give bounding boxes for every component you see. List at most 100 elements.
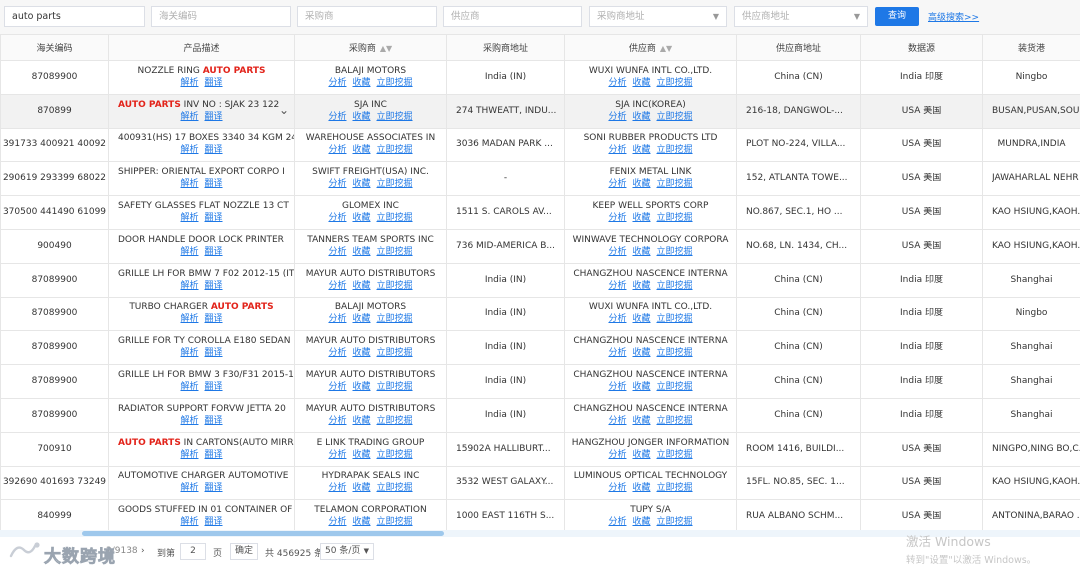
party-action-link[interactable]: 分析 [328, 314, 346, 324]
row-action-link[interactable]: 翻译 [205, 112, 223, 122]
supplier-name[interactable]: TUPY S/A [566, 505, 736, 516]
supplier-name[interactable]: CHANGZHOU NASCENCE INTERNA [566, 336, 736, 347]
party-action-link[interactable]: 分析 [608, 112, 626, 122]
party-action-link[interactable]: 收藏 [632, 517, 650, 527]
row-action-link[interactable]: 翻译 [205, 416, 223, 426]
party-action-link[interactable]: 收藏 [352, 247, 370, 257]
party-action-link[interactable]: 收藏 [632, 416, 650, 426]
party-action-link[interactable]: 收藏 [352, 179, 370, 189]
party-action-link[interactable]: 分析 [608, 483, 626, 493]
party-action-link[interactable]: 立即挖掘 [377, 112, 413, 122]
buyer-name[interactable]: TELAMON CORPORATION [296, 505, 446, 516]
row-action-link[interactable]: 解析 [180, 145, 198, 155]
buyer-name[interactable]: BALAJI MOTORS [296, 302, 446, 313]
table-row[interactable]: 870899 AUTO PARTS INV NO : SJAK 23 122 解析翻… [0, 93, 1080, 129]
row-action-link[interactable]: 翻译 [205, 483, 223, 493]
row-action-link[interactable]: 翻译 [205, 179, 223, 189]
table-row[interactable]: 370500 441490 61099 SAFETY GLASSES FLAT N… [0, 195, 1080, 230]
party-action-link[interactable]: 分析 [328, 483, 346, 493]
party-action-link[interactable]: 立即挖掘 [657, 145, 693, 155]
table-row[interactable]: 700910 AUTO PARTS IN CARTONS(AUTO MIRR 解析翻… [0, 431, 1080, 467]
party-action-link[interactable]: 分析 [328, 247, 346, 257]
party-action-link[interactable]: 分析 [328, 517, 346, 527]
row-action-link[interactable]: 解析 [180, 450, 198, 460]
party-action-link[interactable]: 分析 [328, 145, 346, 155]
party-action-link[interactable]: 立即挖掘 [377, 281, 413, 291]
party-action-link[interactable]: 立即挖掘 [657, 112, 693, 122]
party-action-link[interactable]: 收藏 [632, 281, 650, 291]
buyer-address-select[interactable]: 采购商地址 ▼ [589, 6, 727, 27]
party-action-link[interactable]: 收藏 [352, 517, 370, 527]
supplier-name[interactable]: KEEP WELL SPORTS CORP [566, 201, 736, 212]
party-action-link[interactable]: 收藏 [352, 145, 370, 155]
party-action-link[interactable]: 立即挖掘 [657, 382, 693, 392]
party-action-link[interactable]: 立即挖掘 [657, 314, 693, 324]
party-action-link[interactable]: 收藏 [352, 483, 370, 493]
party-action-link[interactable]: 收藏 [352, 450, 370, 460]
buyer-name[interactable]: GLOMEX INC [296, 201, 446, 212]
table-row[interactable]: 87089900 GRILLE FOR TY COROLLA E180 SEDAN… [0, 330, 1080, 366]
supplier-name[interactable]: CHANGZHOU NASCENCE INTERNA [566, 370, 736, 381]
party-action-link[interactable]: 收藏 [632, 247, 650, 257]
party-action-link[interactable]: 分析 [608, 179, 626, 189]
table-row[interactable]: 900490 DOOR HANDLE DOOR LOCK PRINTER 解析 翻译 T… [0, 228, 1080, 264]
row-action-link[interactable]: 翻译 [205, 78, 223, 88]
table-row[interactable]: 87089900 NOZZLE RING AUTO PARTS 解析 翻译 BALAJI… [0, 60, 1080, 95]
buyer-name[interactable]: SWIFT FREIGHT(USA) INC. [296, 167, 446, 178]
supplier-input[interactable]: 供应商 [443, 6, 582, 27]
party-action-link[interactable]: 收藏 [352, 112, 370, 122]
row-action-link[interactable]: 翻译 [205, 450, 223, 460]
party-action-link[interactable]: 收藏 [632, 450, 650, 460]
party-action-link[interactable]: 立即挖掘 [657, 281, 693, 291]
supplier-name[interactable]: WUXI WUNFA INTL CO.,LTD. [566, 302, 736, 313]
party-action-link[interactable]: 分析 [608, 78, 626, 88]
party-action-link[interactable]: 立即挖掘 [657, 416, 693, 426]
party-action-link[interactable]: 分析 [328, 112, 346, 122]
party-action-link[interactable]: 立即挖掘 [377, 450, 413, 460]
party-action-link[interactable]: 分析 [608, 314, 626, 324]
scrollbar-thumb[interactable] [82, 531, 444, 536]
row-action-link[interactable]: 解析 [180, 247, 198, 257]
confirm-button[interactable]: 确定 [230, 543, 258, 560]
party-action-link[interactable]: 收藏 [632, 179, 650, 189]
party-action-link[interactable]: 分析 [328, 348, 346, 358]
party-action-link[interactable]: 收藏 [352, 281, 370, 291]
supplier-name[interactable]: WUXI WUNFA INTL CO.,LTD. [566, 66, 736, 77]
buyer-name[interactable]: E LINK TRADING GROUP [296, 438, 446, 449]
party-action-link[interactable]: 立即挖掘 [377, 382, 413, 392]
row-action-link[interactable]: 翻译 [205, 145, 223, 155]
row-action-link[interactable]: 解析 [180, 112, 198, 122]
party-action-link[interactable]: 立即挖掘 [377, 416, 413, 426]
row-action-link[interactable]: 翻译 [205, 281, 223, 291]
party-action-link[interactable]: 收藏 [632, 213, 650, 223]
party-action-link[interactable]: 收藏 [632, 314, 650, 324]
supplier-address-select[interactable]: 供应商地址 ▼ [734, 6, 868, 27]
supplier-name[interactable]: FENIX METAL LINK [566, 167, 736, 178]
party-action-link[interactable]: 分析 [608, 247, 626, 257]
supplier-name[interactable]: CHANGZHOU NASCENCE INTERNA [566, 404, 736, 415]
table-row[interactable]: 392690 401693 73249 AUTOMOTIVE CHARGER AU… [0, 465, 1080, 501]
row-action-link[interactable]: 解析 [180, 517, 198, 527]
header-supplier[interactable]: 供应商 ▲▼ [564, 34, 737, 61]
table-row[interactable]: 87089900 TURBO CHARGER AUTO PARTS 解析 翻译 BALA… [0, 296, 1080, 332]
query-button[interactable]: 查询 [875, 7, 919, 26]
party-action-link[interactable]: 收藏 [352, 213, 370, 223]
header-buyer[interactable]: 采购商 ▲▼ [294, 34, 447, 61]
row-action-link[interactable]: 解析 [180, 348, 198, 358]
party-action-link[interactable]: 收藏 [632, 382, 650, 392]
party-action-link[interactable]: 立即挖掘 [377, 348, 413, 358]
party-action-link[interactable]: 立即挖掘 [377, 145, 413, 155]
party-action-link[interactable]: 立即挖掘 [657, 213, 693, 223]
table-row[interactable]: 391733 400921 40092 400931(HS) 17 BOXES 3… [0, 127, 1080, 163]
party-action-link[interactable]: 收藏 [632, 348, 650, 358]
row-action-link[interactable]: 翻译 [205, 213, 223, 223]
party-action-link[interactable]: 收藏 [352, 314, 370, 324]
page-number-input[interactable]: 2 [180, 543, 206, 560]
party-action-link[interactable]: 立即挖掘 [657, 517, 693, 527]
buyer-name[interactable]: MAYUR AUTO DISTRIBUTORS [296, 269, 446, 280]
party-action-link[interactable]: 收藏 [352, 416, 370, 426]
party-action-link[interactable]: 收藏 [632, 78, 650, 88]
party-action-link[interactable]: 分析 [328, 382, 346, 392]
party-action-link[interactable]: 分析 [608, 281, 626, 291]
row-action-link[interactable]: 解析 [180, 78, 198, 88]
